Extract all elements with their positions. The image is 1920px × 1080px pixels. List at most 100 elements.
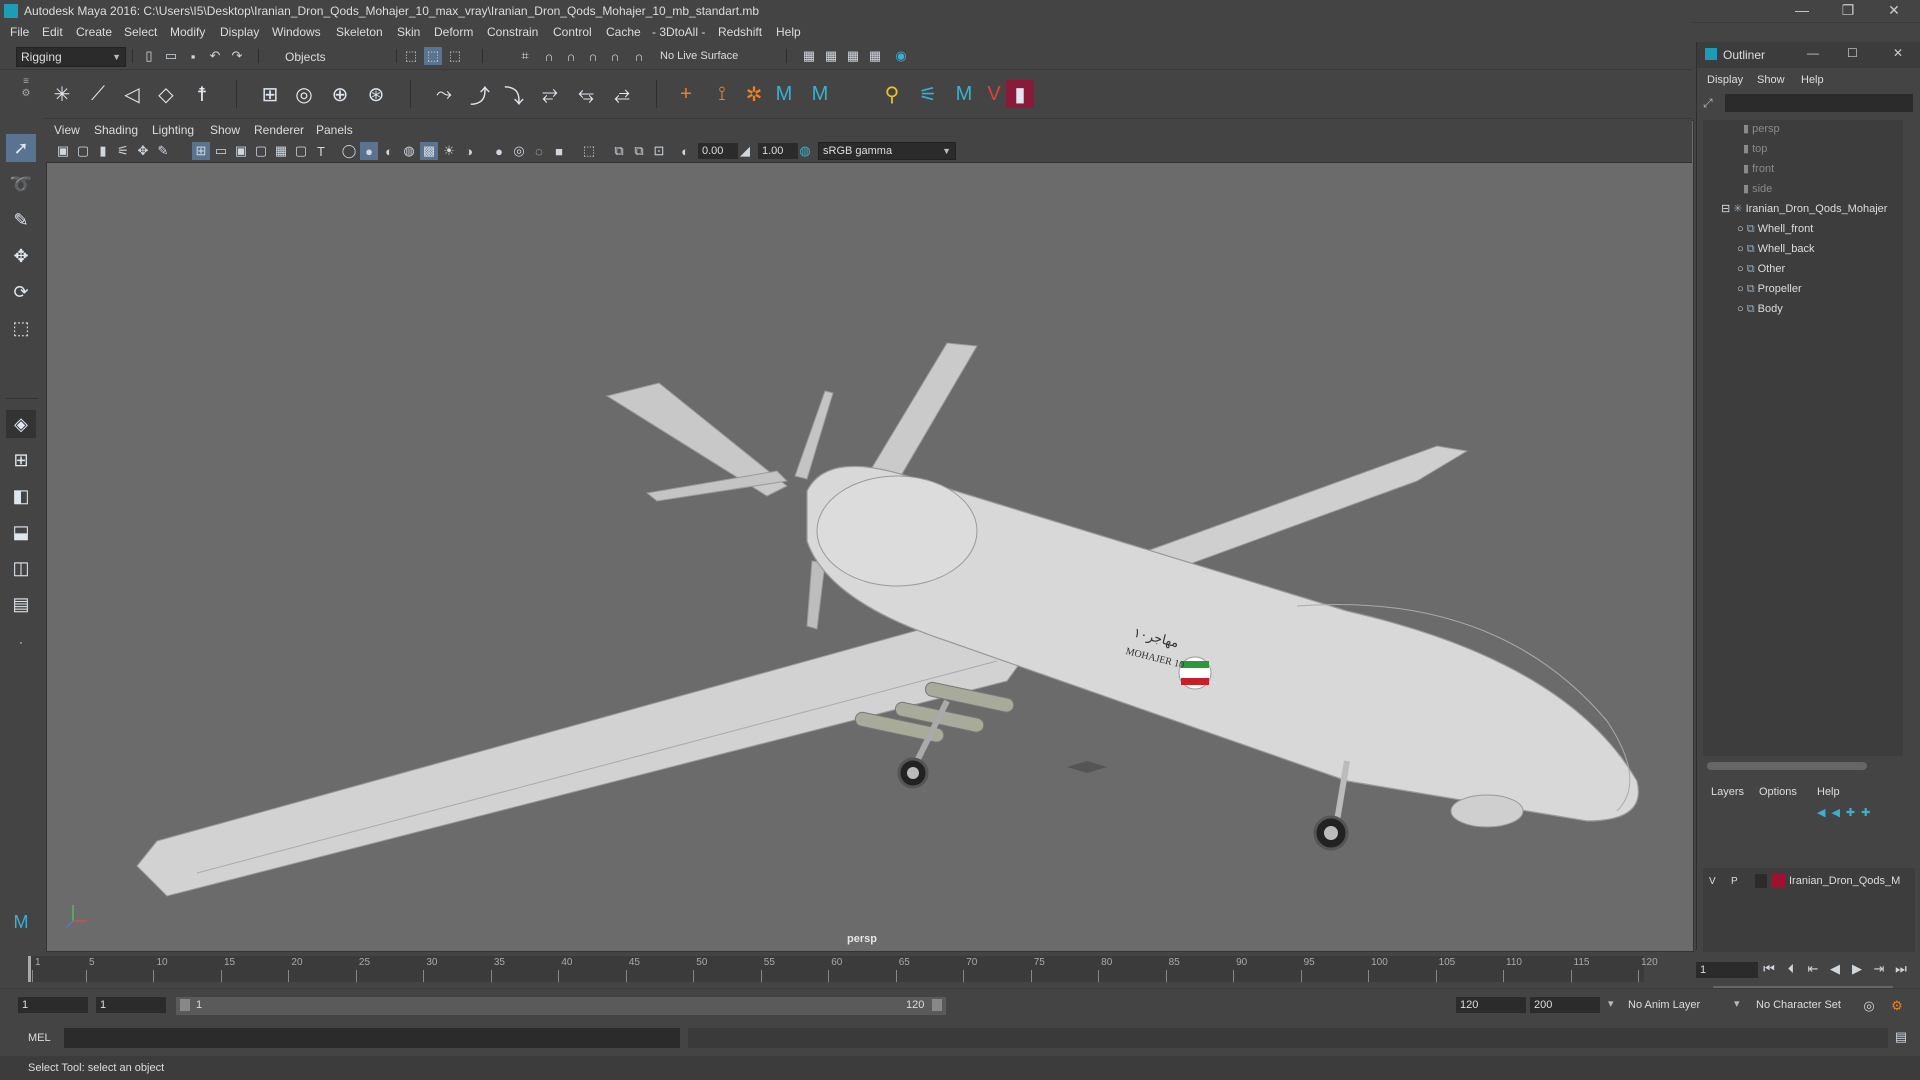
restore-button[interactable]: ❐ [1828,0,1868,22]
panel-menu-view[interactable]: View [54,123,80,137]
menu-cache[interactable]: Cache [606,25,641,39]
menu-skeleton[interactable]: Skeleton [336,25,383,39]
joint-tool-icon[interactable]: ✳ [48,80,76,108]
render-region-icon[interactable]: ▦ [800,47,818,65]
go-to-start-icon[interactable]: ⏮ [1760,960,1778,978]
persp-hypershade-layout-icon[interactable]: ◫ [6,554,36,582]
cluster-icon[interactable]: ⊞ [256,80,284,108]
panel-menu-panels[interactable]: Panels [316,123,353,137]
playback-start-field[interactable]: 1 [96,997,166,1013]
menu-set-dropdown[interactable]: Rigging ▼ [16,47,126,67]
animation-start-field[interactable]: 1 [18,997,88,1013]
outliner-search-input[interactable] [1725,94,1913,112]
outliner-menu-help[interactable]: Help [1801,74,1824,86]
redo-icon[interactable]: ↷ [228,47,246,65]
script-editor-icon[interactable]: ▤ [1892,1028,1910,1046]
lasso-tool-icon[interactable]: ➰ [6,170,36,198]
outliner-item-group[interactable]: ⊟ ✳ Iranian_Dron_Qods_Mohajer [1721,200,1887,218]
smooth-shade-icon[interactable]: ● [360,142,378,160]
depth-of-field-icon[interactable]: ■ [550,142,568,160]
select-hierarchy-icon[interactable]: ⬚ [402,47,420,65]
select-camera-icon[interactable]: ▣ [54,142,72,160]
hypershade-icon[interactable]: ◉ [892,47,910,65]
chevron-down-icon[interactable]: ▾ [1608,997,1614,1010]
sculpt-icon[interactable]: ⊛ [362,80,390,108]
shelf-menu-icon[interactable]: ≡ ⚙ [18,76,34,112]
insert-joint-icon[interactable]: ◇ [152,80,180,108]
vray-icon[interactable]: V [980,80,1008,108]
outliner-item-persp[interactable]: ▮ persp [1743,120,1780,138]
maya-icon-c[interactable]: M [950,80,978,108]
maya-icon-b[interactable]: M [806,80,834,108]
smooth-bind-icon[interactable]: ⤴ [466,80,494,108]
aim-constraint-icon[interactable]: ⟟ [708,80,736,108]
menu-modify[interactable]: Modify [170,25,205,39]
menu-skin[interactable]: Skin [397,25,420,39]
ik-spline-icon[interactable]: ◁ [118,80,146,108]
custom-layout-icon[interactable]: ▤ [6,590,36,618]
snap-point-icon[interactable]: ∩ [562,47,580,65]
time-slider[interactable]: 1 5 10 15 20 25 30 35 40 45 50 55 60 65 70 75 80 85 90 95 10… [0,952,1692,986]
xray-icon[interactable]: ⧉ [610,142,628,160]
wireframe-on-shaded-icon[interactable]: ◍ [400,142,418,160]
screen-space-ao-icon[interactable]: ● [490,142,508,160]
layer-name[interactable]: Iranian_Dron_Qods_M [1789,875,1900,887]
isolate-select-icon[interactable]: ⬚ [580,142,598,160]
gamma-icon[interactable]: ◢ [736,142,754,160]
layer-tool-icons[interactable]: ◀◀✚✚ [1817,806,1907,822]
menu-3dtoall[interactable]: - 3DtoAll - [652,25,705,39]
menu-deform[interactable]: Deform [434,25,473,39]
menu-display[interactable]: Display [220,25,259,39]
outliner-minimize-button[interactable]: — [1807,46,1819,60]
orient-constraint-icon[interactable]: ✲ [740,80,768,108]
menu-create[interactable]: Create [76,25,112,39]
play-backward-icon[interactable]: ◀ [1826,960,1844,978]
new-scene-icon[interactable]: ▯ [140,47,158,65]
four-view-layout-icon[interactable]: ⊞ [6,446,36,474]
textured-icon[interactable]: ▩ [420,142,438,160]
live-surface-label[interactable]: No Live Surface [660,50,738,62]
ik-handle-icon[interactable]: ⟋ [84,80,112,108]
view-transform-dropdown[interactable]: sRGB gamma ▼ [818,142,956,160]
open-scene-icon[interactable]: ▭ [162,47,180,65]
rotate-tool-icon[interactable]: ⟳ [6,278,36,306]
grease-pencil-icon[interactable]: ✎ [154,142,172,160]
select-object-icon[interactable]: ⬚ [424,47,442,65]
set-key-icon[interactable]: ⚲ [878,80,906,108]
mirror-weights-icon[interactable]: ⥃ [572,80,600,108]
outliner-item-side[interactable]: ▮ side [1743,180,1772,198]
rigid-bind-icon[interactable]: ⤵ [500,80,528,108]
shadows-icon[interactable]: ◑ [460,142,478,160]
menu-edit[interactable]: Edit [42,25,63,39]
2d-pan-zoom-icon[interactable]: ✥ [134,142,152,160]
current-frame-field[interactable]: 1 [1696,962,1758,978]
minimize-button[interactable]: — [1782,0,1822,22]
move-tool-icon[interactable]: ✥ [6,242,36,270]
menu-select[interactable]: Select [124,25,157,39]
select-tool-icon[interactable]: ➚ [6,134,36,162]
save-scene-icon[interactable]: ▪ [184,47,202,65]
persp-graph-layout-icon[interactable]: ⬓ [6,518,36,546]
use-all-lights-icon[interactable]: ☀ [440,142,458,160]
range-start-handle[interactable] [180,999,190,1011]
chevron-down-icon[interactable]: ▾ [1734,997,1740,1010]
snap-curve-icon[interactable]: ∩ [540,47,558,65]
menu-redshift[interactable]: Redshift [718,25,762,39]
drone-model[interactable] [47,121,1693,951]
wireframe-icon[interactable]: ◯ [340,142,358,160]
exposure-icon[interactable]: ◐ [676,142,694,160]
playback-end-field[interactable]: 120 [1456,997,1526,1013]
panel-menu-renderer[interactable]: Renderer [254,123,304,137]
layers-menu-help[interactable]: Help [1817,786,1840,798]
grid-icon[interactable]: ⊞ [192,142,210,160]
undo-icon[interactable]: ↶ [206,47,224,65]
outliner-item-whell-back[interactable]: ○ ⧉ Whell_back [1737,240,1814,258]
panel-menu-shading[interactable]: Shading [94,123,138,137]
step-forward-key-icon[interactable]: ⇥ [1870,960,1888,978]
gamma-field[interactable]: 1.00 [758,143,798,159]
snap-grid-icon[interactable]: ⌗ [516,47,534,65]
graph-editor-icon[interactable]: ⚟ [914,80,942,108]
wrap-icon[interactable]: ⊕ [326,80,354,108]
render-settings-icon[interactable]: ▦ [866,47,884,65]
outliner-menu-show[interactable]: Show [1757,74,1785,86]
